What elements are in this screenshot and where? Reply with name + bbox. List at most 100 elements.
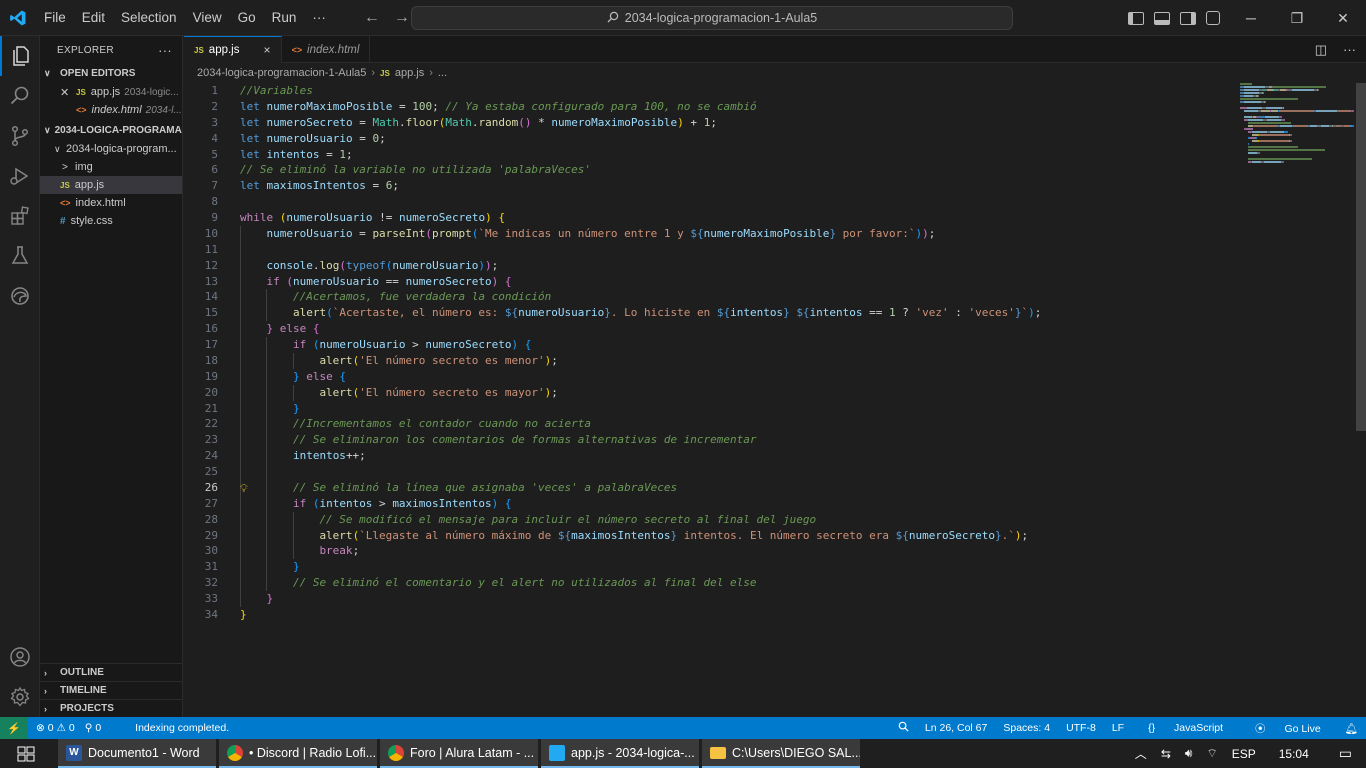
code-line[interactable]: 11 <box>184 241 1354 258</box>
code-line[interactable]: 7 let maximosIntentos = 6; <box>184 178 1354 194</box>
encoding[interactable]: UTF-8 <box>1058 722 1104 734</box>
tree-folder-root[interactable]: ∨ 2034-logica-program... <box>40 140 182 158</box>
code-line[interactable]: 10 numeroUsuario = parseInt(prompt(`Me in… <box>184 225 1354 242</box>
code-line[interactable]: 27 if (intentos > maximosIntentos) { <box>184 495 1354 512</box>
breadcrumb-folder[interactable]: 2034-logica-programacion-1-Aula5 <box>197 67 366 79</box>
code-line[interactable]: 16} else { <box>184 321 1354 337</box>
project-folder-header[interactable]: ∨ 2034-LOGICA-PROGRAMA... <box>40 121 182 140</box>
close-icon[interactable]: ✕ <box>60 86 72 99</box>
code-line[interactable]: 26 💡︎ // Se eliminó la línea que asignaba … <box>184 479 1354 497</box>
source-control-icon[interactable] <box>0 116 40 156</box>
code-line[interactable]: 3 let numeroSecreto = Math.floor(Math.ran… <box>184 115 1354 131</box>
close-window-button[interactable]: ✕ <box>1320 0 1366 36</box>
code-line[interactable]: 1 //Variables <box>184 83 1354 99</box>
end-of-line[interactable]: LF <box>1104 722 1132 734</box>
language-mode[interactable]: {} JavaScript <box>1132 722 1239 734</box>
wifi-icon[interactable]: ⌔ <box>1199 746 1224 761</box>
minimize-button[interactable]: ─ <box>1228 0 1274 36</box>
notifications-bell-icon[interactable]: 🔔︎ <box>1337 722 1366 735</box>
toggle-panel-icon[interactable] <box>1154 11 1170 25</box>
menu-more[interactable]: ··· <box>304 0 334 36</box>
settings-gear-icon[interactable] <box>0 677 40 717</box>
explorer-icon[interactable] <box>0 36 40 76</box>
chevron-up-icon[interactable]: ︿ <box>1128 745 1154 762</box>
open-editor-app-js[interactable]: ✕ JS app.js 2034-logic... <box>40 83 182 101</box>
close-icon[interactable]: × <box>263 43 270 57</box>
problems-indicator[interactable]: ⊗ 0 ⚠ 0 <box>36 722 75 734</box>
taskbar-app[interactable]: C:\Users\DIEGO SAL... <box>702 739 860 768</box>
more-actions-icon[interactable]: ··· <box>1343 42 1356 57</box>
customize-layout-icon[interactable] <box>1206 11 1220 25</box>
lightbulb-icon[interactable]: 💡︎ <box>240 481 248 497</box>
code-line[interactable]: 17 if (numeroUsuario > numeroSecreto) { <box>184 337 1354 353</box>
code-line[interactable]: 4 let numeroUsuario = 0; <box>184 131 1354 147</box>
code-line[interactable]: 33} <box>184 591 1354 607</box>
edge-devtools-icon[interactable] <box>0 276 40 316</box>
taskbar-app[interactable]: • Discord | Radio Lofi... <box>219 739 377 768</box>
code-line[interactable]: 8 <box>184 194 1354 210</box>
code-line[interactable]: 2 let numeroMaximoPosible = 100; // Ya es… <box>184 99 1354 115</box>
code-line[interactable]: 20 alert('El número secreto es mayor'); <box>184 384 1354 401</box>
menu-edit[interactable]: Edit <box>74 0 113 36</box>
projects-header[interactable]: › PROJECTS <box>40 699 183 717</box>
breadcrumb-symbol[interactable]: ... <box>438 67 447 79</box>
code-line[interactable]: 13 if (numeroUsuario == numeroSecreto) { <box>184 273 1354 290</box>
breadcrumb-file[interactable]: app.js <box>395 67 424 79</box>
tab-index-html[interactable]: <> index.html <box>282 36 371 63</box>
outline-header[interactable]: › OUTLINE <box>40 663 183 681</box>
timeline-header[interactable]: › TIMELINE <box>40 681 183 699</box>
extensions-icon[interactable] <box>0 196 40 236</box>
taskbar-app[interactable]: Foro | Alura Latam - ... <box>380 739 538 768</box>
open-editor-index-html[interactable]: <> index.html 2034-l... <box>40 101 182 119</box>
toggle-sidebar-icon[interactable] <box>1128 11 1144 25</box>
clock[interactable]: 15:04 <box>1263 747 1325 761</box>
action-center-icon[interactable]: ▭ <box>1325 745 1366 762</box>
split-editor-icon[interactable]: ◫ <box>1315 42 1327 58</box>
search-icon[interactable] <box>0 76 40 116</box>
menu-view[interactable]: View <box>185 0 230 36</box>
code-line[interactable]: 30 break; <box>184 543 1354 560</box>
code-line[interactable]: 28 // Se modificó el mensaje para incluir… <box>184 511 1354 528</box>
network-icon[interactable]: ⇆ <box>1154 747 1178 761</box>
account-icon[interactable] <box>0 637 40 677</box>
tree-item-img[interactable]: > img <box>40 158 182 176</box>
zoom-search-icon[interactable] <box>890 721 917 735</box>
command-center-search[interactable]: 2034-logica-programacion-1-Aula5 <box>411 6 1013 30</box>
toggle-secondary-sidebar-icon[interactable] <box>1180 11 1196 25</box>
code-line[interactable]: 21} <box>184 400 1354 417</box>
taskbar-app[interactable]: app.js - 2034-logica-... <box>541 739 699 768</box>
menu-file[interactable]: File <box>36 0 74 36</box>
forward-arrow-icon[interactable]: → <box>394 9 410 27</box>
menu-run[interactable]: Run <box>264 0 305 36</box>
task-view-icon[interactable] <box>0 739 52 768</box>
code-line[interactable]: 22 //Incrementamos el contador cuando no … <box>184 416 1354 433</box>
menu-go[interactable]: Go <box>230 0 264 36</box>
code-line[interactable]: 19} else { <box>184 368 1354 385</box>
tree-item-app-js[interactable]: JS app.js <box>40 176 182 194</box>
input-language[interactable]: ESP <box>1225 747 1263 761</box>
tree-item-index-html[interactable]: <> index.html <box>40 194 182 212</box>
code-line[interactable]: 24 intentos++; <box>184 448 1354 464</box>
scrollbar-thumb[interactable] <box>1356 83 1366 431</box>
restore-button[interactable]: ❐ <box>1274 0 1320 36</box>
indentation[interactable]: Spaces: 4 <box>995 722 1058 734</box>
code-line[interactable]: 18 alert('El número secreto es menor'); <box>184 352 1354 369</box>
volume-icon[interactable]: 🔊︎ <box>1178 746 1200 761</box>
run-debug-icon[interactable] <box>0 156 40 196</box>
go-live-button[interactable]: ⦿ Go Live <box>1239 721 1337 736</box>
code-line[interactable]: 23 // Se eliminaron los comentarios de fo… <box>184 432 1354 449</box>
code-line[interactable]: 14 //Acertamos, fue verdadera la condició… <box>184 289 1354 306</box>
code-line[interactable]: 34} <box>184 607 1354 623</box>
taskbar-app[interactable]: W Documento1 - Word <box>58 739 216 768</box>
code-line[interactable]: 6 // Se eliminó la variable no utilizada … <box>184 162 1354 178</box>
code-line[interactable]: 31} <box>184 559 1354 576</box>
tree-item-style-css[interactable]: # style.css <box>40 212 182 230</box>
ports-indicator[interactable]: ⚲ 0 <box>85 722 101 734</box>
testing-flask-icon[interactable] <box>0 236 40 276</box>
code-editor[interactable]: 1 //Variables 2 let numeroMaximoPosible = 1… <box>184 83 1354 717</box>
menu-selection[interactable]: Selection <box>113 0 185 36</box>
minimap[interactable] <box>1240 83 1354 163</box>
editor-scrollbar[interactable] <box>1354 83 1366 717</box>
code-line[interactable]: 29 alert(`Llegaste al número máximo de ${… <box>184 527 1354 544</box>
code-line[interactable]: 12 console.log(typeof(numeroUsuario)); <box>184 257 1354 274</box>
